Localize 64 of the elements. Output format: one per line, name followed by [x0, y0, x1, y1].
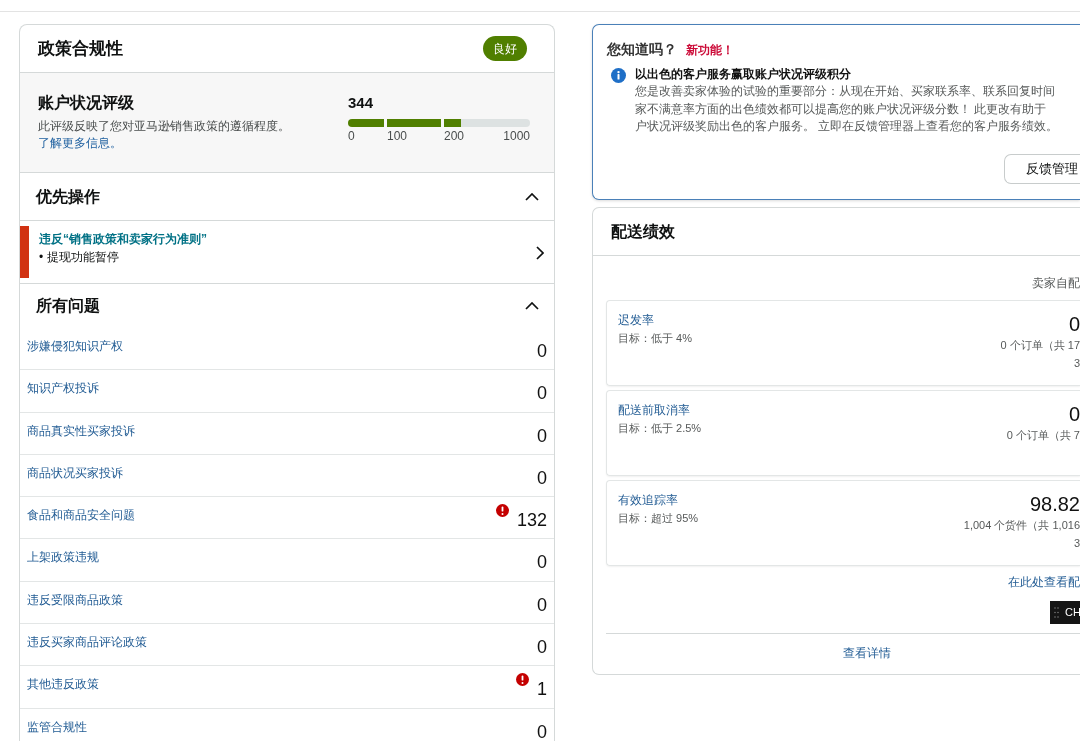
chevron-up-icon[interactable] — [525, 192, 539, 201]
new-feature-label: 新功能！ — [686, 42, 734, 58]
issue-count: 132 — [516, 511, 547, 530]
alert-bar — [20, 226, 29, 278]
view-details-link[interactable]: 查看详情 — [843, 646, 891, 660]
info-heading: 以出色的客户服务赢取账户状况评级积分 — [635, 66, 852, 83]
section-title: 所有问题 — [36, 296, 100, 316]
metric-value: 0 — [1068, 402, 1080, 426]
info-icon — [611, 68, 626, 83]
issue-link[interactable]: 知识产权投诉 — [27, 381, 99, 396]
issue-count: 0 — [537, 638, 547, 657]
issue-count: 0 — [537, 553, 547, 572]
scale-label: 1000 — [503, 129, 530, 143]
card-title: 配送绩效 — [611, 221, 675, 242]
issue-link[interactable]: 其他违反政策 — [27, 677, 99, 692]
issue-link[interactable]: 违反受限商品政策 — [27, 592, 123, 607]
issue-link[interactable]: 监管合规性 — [27, 719, 87, 734]
details-link[interactable]: 在此处查看配 — [1008, 575, 1080, 589]
metric-detail: 0 个订单（共 17 — [1000, 338, 1080, 353]
issue-count: 0 — [537, 722, 547, 741]
metric-detail: 3 — [1073, 536, 1080, 551]
card-title: 您知道吗？ — [607, 40, 677, 58]
grip-icon — [1054, 607, 1059, 618]
issue-count: 0 — [537, 384, 547, 403]
issue-count: 0 — [537, 595, 547, 614]
issue-link[interactable]: 商品状况买家投诉 — [27, 465, 123, 480]
scale-label: 100 — [387, 129, 408, 143]
section-title: 账户状况评级 — [38, 93, 135, 113]
issue-link[interactable]: 上架政策违规 — [27, 550, 99, 565]
status-badge: 良好 — [483, 36, 527, 61]
chevron-up-icon[interactable] — [525, 302, 539, 310]
metric-value: 98.82 — [1029, 492, 1080, 516]
metric-link[interactable]: 有效追踪率 — [618, 492, 699, 508]
metric-target: 目标：超过 95% — [618, 511, 699, 525]
issue-count: 0 — [537, 342, 547, 360]
section-title: 优先操作 — [36, 186, 100, 207]
issue-count: 0 — [537, 468, 547, 487]
panel-title: 政策合规性 — [38, 37, 123, 60]
info-text: 您是改善卖家体验的试验的重要部分：从现在开始、买家联系率、联系回复时间 家不满意率方面的出色绩效都可以提高您的账户状况评级分数！ 此更改有助于 户状况评级奖励出色的客户服务。 立即在反馈管理器上查看您的客户服务绩效。 — [635, 83, 1059, 135]
metric-target: 目标：低于 4% — [618, 331, 692, 345]
score-value: 344 — [348, 94, 375, 112]
scale-label: 0 — [348, 129, 355, 143]
issue-link[interactable]: 违反买家商品评论政策 — [27, 635, 147, 650]
chevron-right-icon[interactable] — [536, 245, 544, 260]
issue-count: 1 — [537, 680, 547, 699]
metric-detail: 1,004 个货件（共 1,016 — [963, 518, 1080, 533]
issue-count: 0 — [537, 426, 547, 445]
violation-link[interactable]: 违反“销售政策和卖家行为准则” — [39, 231, 536, 247]
dark-button[interactable]: CH — [1050, 601, 1080, 624]
issue-link[interactable]: 涉嫌侵犯知识产权 — [27, 339, 123, 353]
learn-more-link[interactable]: 了解更多信息。 — [38, 136, 122, 150]
violation-detail: • 提现功能暂停 — [39, 249, 120, 265]
metric-detail: 3 — [1073, 356, 1080, 371]
issue-link[interactable]: 食品和商品安全问题 — [27, 508, 135, 523]
description-text: 此评级反映了您对亚马逊销售政策的遵循程度。 了解更多信息。 — [38, 118, 291, 152]
column-header: 卖家自配 — [1032, 276, 1080, 290]
metric-value: 0 — [1068, 312, 1080, 336]
scale-label: 200 — [444, 129, 465, 143]
issue-link[interactable]: 商品真实性买家投诉 — [27, 423, 135, 438]
metric-link[interactable]: 配送前取消率 — [618, 402, 702, 418]
metric-detail: 0 个订单（共 7 — [1006, 428, 1080, 443]
metric-target: 目标：低于 2.5% — [618, 421, 702, 435]
metric-link[interactable]: 迟发率 — [618, 312, 692, 328]
feedback-manager-button[interactable]: 反馈管理 — [1004, 154, 1080, 184]
